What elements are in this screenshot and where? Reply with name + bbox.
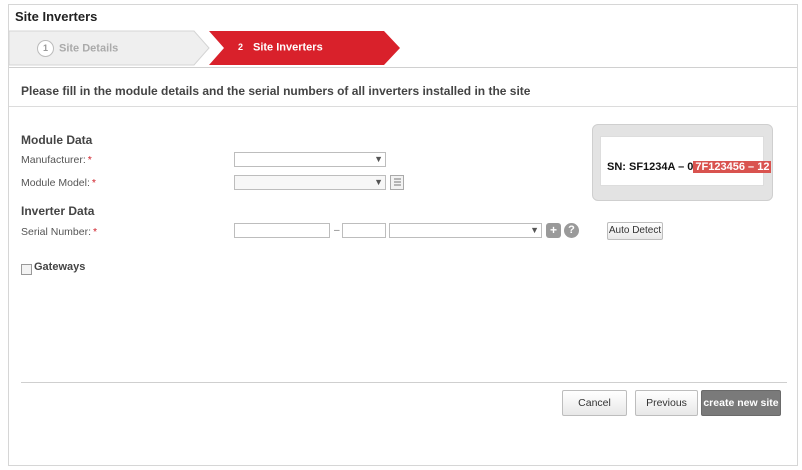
step-label: Site Details [59,42,119,55]
serial-part2-input[interactable] [342,223,386,238]
wizard-steps: 1 Site Details 2 Site Inverters [9,29,797,67]
manufacturer-select[interactable]: ▼ [234,152,386,167]
cancel-button[interactable]: Cancel [562,390,627,416]
instructions-text: Please fill in the module details and th… [21,84,531,98]
module-model-label: Module Model: * [21,177,96,189]
inverter-data-heading: Inverter Data [21,204,95,218]
previous-button[interactable]: Previous [635,390,698,416]
title-bar: Site Inverters [9,5,797,30]
gateways-checkbox[interactable] [21,264,32,275]
serial-part1-input[interactable] [234,223,330,238]
step-label: Site Inverters [253,41,323,54]
site-inverters-panel: Site Inverters 1 Site Details 2 Site Inver… [8,4,798,466]
serial-part3-select[interactable]: ▼ [389,223,542,238]
step-number: 1 [37,40,54,57]
module-model-select[interactable]: ▼ [234,175,386,190]
divider [9,67,797,68]
step-site-details[interactable]: 1 Site Details [37,40,118,57]
serial-number-label: Serial Number: * [21,226,97,238]
manufacturer-label-text: Manufacturer: [21,154,86,166]
module-list-icon[interactable] [390,175,404,190]
gateways-label[interactable]: Gateways [34,261,85,273]
module-model-label-text: Module Model: [21,177,90,189]
serial-number-label-text: Serial Number: [21,226,92,238]
step-site-inverters: 2 Site Inverters [233,40,323,55]
auto-detect-button[interactable]: Auto Detect [607,222,663,240]
chevron-down-icon: ▼ [374,154,383,164]
add-inverter-plus-icon[interactable]: + [546,223,561,238]
serial-example-highlight: 7F123456 – 12 [693,161,772,173]
serial-label-card: SN: SF1234A – 0 7F123456 – 12 [600,136,772,186]
page-title: Site Inverters [15,9,98,24]
serial-dash: – [334,225,340,236]
serial-example-text: SN: SF1234A – 0 7F123456 – 12 [607,161,772,173]
chevron-down-icon: ▼ [374,177,383,187]
create-new-site-button[interactable]: create new site [701,390,781,416]
manufacturer-label: Manufacturer: * [21,154,92,166]
help-icon[interactable]: ? [564,223,579,238]
divider [9,106,797,107]
serial-number-example: SN: SF1234A – 0 7F123456 – 12 [592,124,773,201]
required-mark: * [91,177,96,189]
required-mark: * [93,226,98,238]
wizard-arrows [9,30,400,66]
module-data-heading: Module Data [21,133,93,147]
chevron-down-icon: ▼ [530,225,539,235]
step-number: 2 [237,42,243,52]
serial-example-prefix: SN: SF1234A – 0 [607,161,694,173]
required-mark: * [87,154,92,166]
footer-divider [21,382,787,383]
